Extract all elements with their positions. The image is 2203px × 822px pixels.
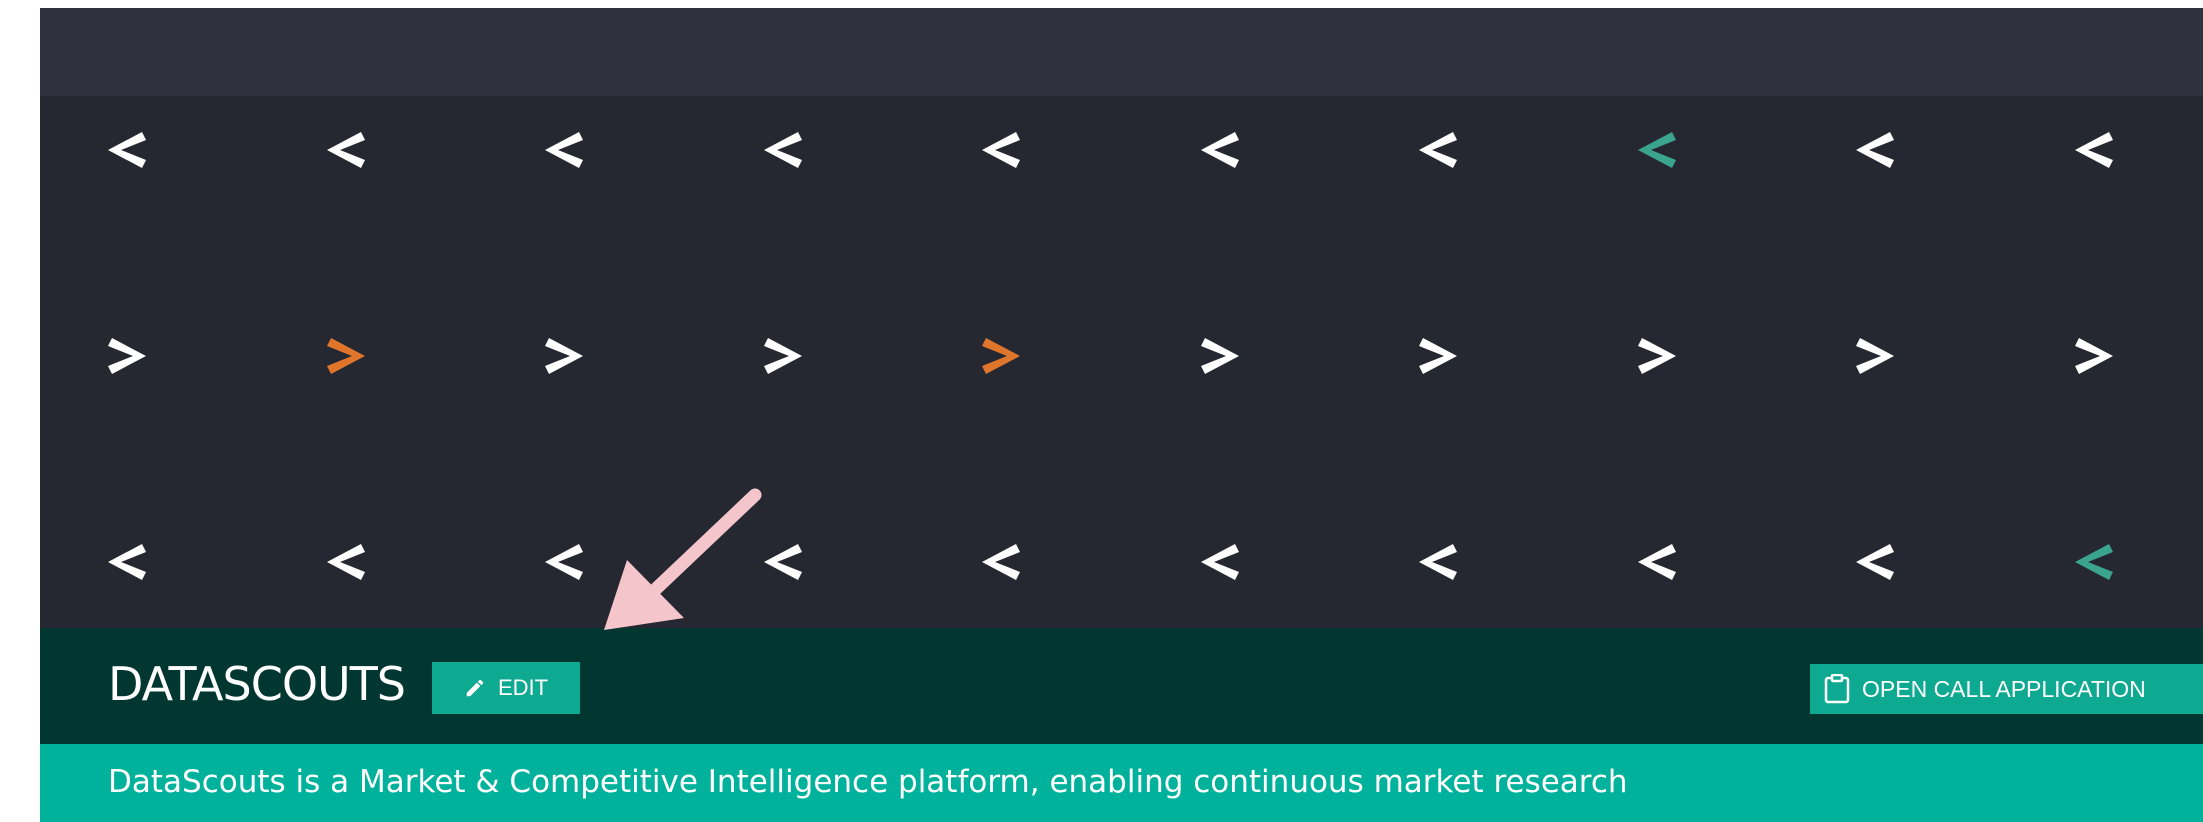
chevron-right-icon <box>1622 321 1692 391</box>
chevron-left-icon <box>2059 115 2129 185</box>
chevron-right-icon <box>92 321 162 391</box>
chevron-left-icon <box>966 115 1036 185</box>
open-call-application-label: OPEN CALL APPLICATION <box>1862 675 2146 702</box>
company-header: DATASCOUTS EDIT OPEN CALL APPLICATION <box>40 628 2203 744</box>
chevron-left-icon <box>529 115 599 185</box>
chevron-left-icon <box>1622 115 1692 185</box>
chevron-right-icon <box>311 321 381 391</box>
chevron-right-icon <box>1840 321 1910 391</box>
hero-banner <box>40 96 2203 628</box>
company-name: DATASCOUTS <box>108 657 406 711</box>
chevron-left-icon <box>748 115 818 185</box>
chevron-left-icon <box>92 115 162 185</box>
chevron-left-icon <box>966 527 1036 597</box>
pencil-icon <box>466 679 484 697</box>
chevron-left-icon <box>1622 527 1692 597</box>
chevron-right-icon <box>1185 321 1255 391</box>
chevron-left-icon <box>92 527 162 597</box>
company-page: DATASCOUTS EDIT OPEN CALL APPLICATION Da… <box>40 8 2203 822</box>
chevron-left-icon <box>1403 115 1473 185</box>
edit-button[interactable]: EDIT <box>432 662 580 714</box>
top-bar <box>40 8 2203 96</box>
chevron-right-icon <box>966 321 1036 391</box>
chevron-left-icon <box>311 527 381 597</box>
chevron-right-icon <box>2059 321 2129 391</box>
chevron-right-icon <box>748 321 818 391</box>
chevron-left-icon <box>1840 527 1910 597</box>
open-call-application-button[interactable]: OPEN CALL APPLICATION <box>1810 664 2203 714</box>
chevron-right-icon <box>529 321 599 391</box>
chevron-right-icon <box>1403 321 1473 391</box>
chevron-left-icon <box>748 527 818 597</box>
edit-button-label: EDIT <box>497 675 549 700</box>
chevron-left-icon <box>1403 527 1473 597</box>
chevron-left-icon <box>1840 115 1910 185</box>
company-tagline: DataScouts is a Market & Competitive Int… <box>108 764 1628 800</box>
chevron-left-icon <box>1185 527 1255 597</box>
chevron-left-icon <box>529 527 599 597</box>
clipboard-icon <box>1824 674 1850 704</box>
tagline-bar: DataScouts is a Market & Competitive Int… <box>40 744 2203 822</box>
chevron-left-icon <box>2059 527 2129 597</box>
chevron-left-icon <box>1185 115 1255 185</box>
chevron-left-icon <box>311 115 381 185</box>
